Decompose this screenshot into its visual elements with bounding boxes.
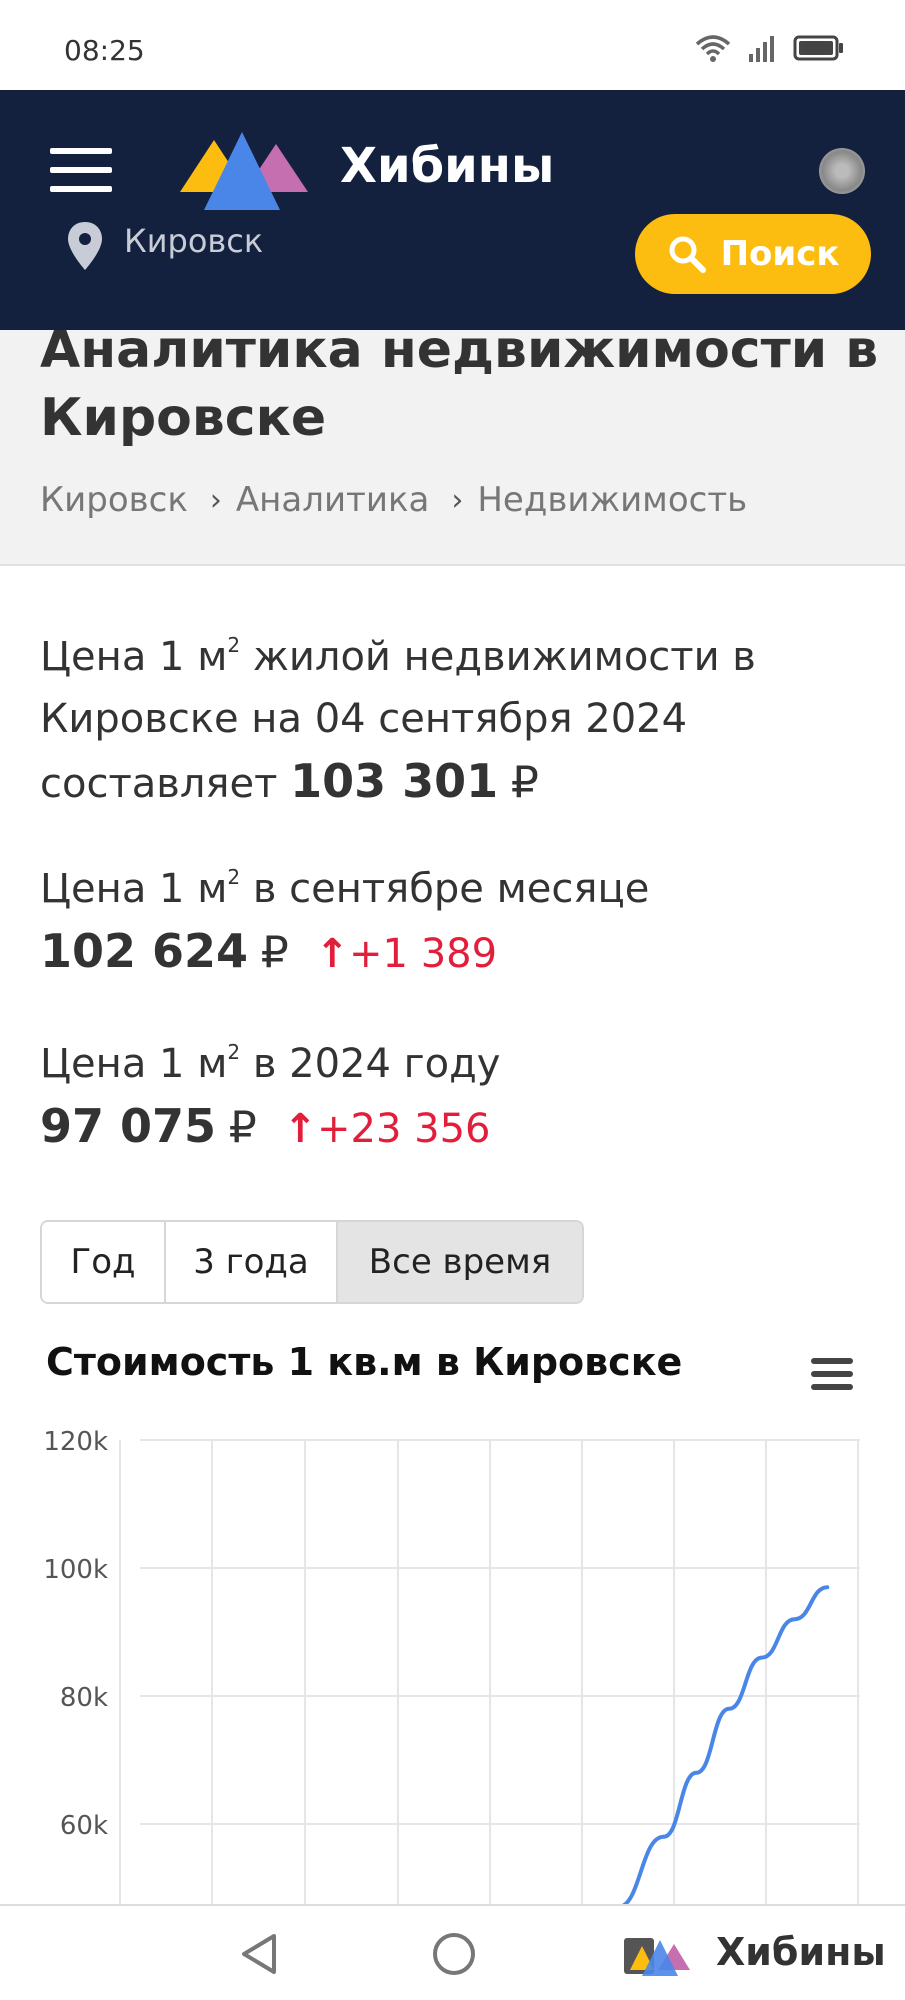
- avatar[interactable]: [819, 148, 865, 194]
- sup-2: 2: [227, 633, 241, 657]
- currency-sign: ₽: [510, 757, 539, 808]
- page-title: Аналитика недвижимости в Кировске: [40, 330, 879, 448]
- location-selector[interactable]: Кировск: [124, 222, 263, 260]
- status-icons: [695, 34, 845, 62]
- bottom-nav-bar: Хибины: [0, 1904, 905, 2000]
- chart-y-tick-label: 60k: [60, 1811, 108, 1841]
- chart-series: [621, 1585, 830, 1904]
- menu-icon[interactable]: [50, 148, 112, 192]
- arrow-up-icon: ↑: [283, 1106, 318, 1152]
- brand-name[interactable]: Хибины: [340, 138, 554, 194]
- signal-icon: [749, 36, 774, 62]
- status-bar: 08:25: [0, 0, 905, 90]
- chart-y-tick-label: 80k: [60, 1683, 108, 1713]
- sup-2: 2: [227, 865, 241, 889]
- year-price-delta: +23 356: [317, 1106, 491, 1152]
- tab-3-years[interactable]: 3 года: [166, 1222, 338, 1302]
- battery-icon: [793, 35, 843, 61]
- search-button-label: Поиск: [720, 234, 840, 274]
- chart-y-tick-label: 120k: [43, 1427, 108, 1457]
- chevron-right-icon: ›: [451, 482, 464, 518]
- month-price-block: Цена 1 м2 в сентябре месяце 102 624 ₽ ↑+…: [40, 846, 880, 985]
- site-header: Хибины Кировск Поиск: [0, 90, 905, 330]
- breadcrumb-item[interactable]: Кировск: [40, 480, 188, 520]
- arrow-up-icon: ↑: [315, 931, 350, 977]
- chart-menu-icon[interactable]: [811, 1358, 853, 1397]
- period-tabs: Год 3 года Все время: [40, 1220, 584, 1304]
- month-price-delta: +1 389: [349, 931, 498, 977]
- location-pin-icon: [68, 222, 102, 270]
- year-price-block: Цена 1 м2 в 2024 году 97 075 ₽ ↑+23 356: [40, 1021, 880, 1160]
- price-label: Цена 1 м: [40, 634, 228, 680]
- search-icon: [669, 236, 706, 273]
- logo-icon[interactable]: [180, 130, 320, 212]
- month-price-value: 102 624: [40, 924, 249, 978]
- chart-title: Стоимость 1 кв.м в Кировске: [46, 1340, 683, 1384]
- tab-all-time[interactable]: Все время: [338, 1222, 582, 1302]
- breadcrumb: Кировск › Аналитика › Недвижимость: [40, 480, 747, 520]
- wifi-icon: [695, 35, 731, 62]
- home-icon[interactable]: [430, 1930, 478, 1978]
- back-icon[interactable]: [236, 1930, 284, 1978]
- breadcrumb-item[interactable]: Недвижимость: [477, 480, 747, 520]
- app-name[interactable]: Хибины: [716, 1930, 886, 1974]
- tab-year[interactable]: Год: [42, 1222, 166, 1302]
- currency-sign: ₽: [228, 1102, 257, 1153]
- sup-2: 2: [227, 1040, 241, 1064]
- chevron-right-icon: ›: [209, 482, 222, 518]
- breadcrumb-item[interactable]: Аналитика: [236, 480, 429, 520]
- current-price-value: 103 301: [290, 754, 499, 808]
- price-label: Цена 1 м: [40, 1041, 228, 1087]
- chart-y-ticks: 120k 100k 80k 60k: [43, 1427, 108, 1841]
- year-price-value: 97 075: [40, 1099, 217, 1153]
- chart-y-tick-label: 100k: [43, 1555, 108, 1585]
- title-area: Аналитика недвижимости в Кировске Кировс…: [0, 330, 905, 566]
- price-label: Цена 1 м: [40, 866, 228, 912]
- status-time: 08:25: [64, 34, 145, 67]
- chart-series-line: [621, 1585, 830, 1904]
- price-text: в сентябре месяце: [240, 866, 650, 912]
- app-logo-icon[interactable]: [624, 1936, 696, 1976]
- price-text: в 2024 году: [240, 1041, 501, 1087]
- current-price-block: Цена 1 м2 жилой недвижимости в Кировске …: [40, 614, 880, 815]
- search-button[interactable]: Поиск: [635, 214, 871, 294]
- currency-sign: ₽: [260, 927, 289, 978]
- price-chart: 120k 100k 80k 60k: [43, 1427, 860, 1904]
